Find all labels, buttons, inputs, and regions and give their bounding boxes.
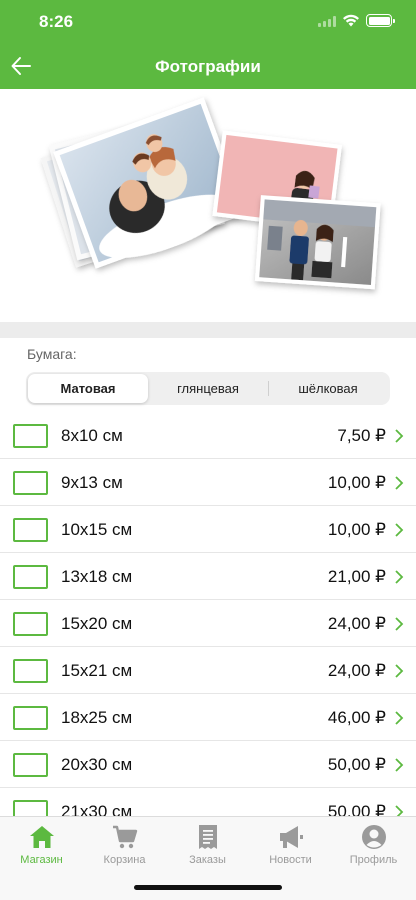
wifi-icon	[343, 14, 359, 27]
size-label: 8x10 см	[61, 426, 123, 445]
size-label: 10x15 см	[61, 520, 133, 539]
size-label: 15x21 см	[61, 661, 133, 680]
chevron-right-icon	[395, 664, 404, 678]
photo-prints-illustration	[40, 97, 381, 290]
chevron-right-icon	[395, 711, 404, 725]
battery-icon	[366, 14, 395, 27]
tab-label: Корзина	[103, 854, 146, 866]
size-label: 13x18 см	[61, 567, 133, 586]
price-label: 50,00 ₽	[327, 755, 386, 774]
receipt-icon	[198, 825, 217, 849]
list-item[interactable]: 13x18 см 21,00 ₽	[0, 553, 416, 600]
cart-icon	[112, 825, 137, 849]
profile-icon	[361, 825, 386, 849]
paper-type-segmented-control: Матовая глянцевая шёлковая	[26, 372, 390, 405]
paper-option-silk[interactable]: шёлковая	[268, 374, 388, 403]
chevron-right-icon	[395, 523, 404, 537]
tab-orders[interactable]: Заказы	[166, 823, 249, 866]
megaphone-icon	[279, 826, 303, 848]
signal-icon	[318, 15, 336, 27]
size-label: 18x25 см	[61, 708, 133, 727]
select-checkbox[interactable]	[13, 518, 48, 542]
tab-label: Профиль	[349, 854, 398, 866]
photos-hero-image	[0, 89, 416, 324]
paper-option-matte[interactable]: Матовая	[28, 374, 148, 403]
chevron-right-icon	[395, 429, 404, 443]
list-item[interactable]: 10x15 см 10,00 ₽	[0, 506, 416, 553]
select-checkbox[interactable]	[13, 659, 48, 683]
home-icon	[29, 826, 54, 848]
paper-label: Бумага:	[27, 346, 77, 362]
list-item[interactable]: 8x10 см 7,50 ₽	[0, 412, 416, 459]
list-item[interactable]: 18x25 см 46,00 ₽	[0, 694, 416, 741]
tab-label: Магазин	[20, 854, 63, 866]
tab-label: Новости	[269, 854, 312, 866]
price-label: 10,00 ₽	[327, 473, 386, 492]
size-label: 20x30 см	[61, 755, 133, 774]
status-icons	[318, 14, 395, 27]
select-checkbox[interactable]	[13, 753, 48, 777]
tab-label: Заказы	[189, 854, 226, 866]
paper-option-glossy[interactable]: глянцевая	[148, 374, 268, 403]
header: 8:26 Фотографии	[0, 0, 416, 89]
tab-cart[interactable]: Корзина	[83, 823, 166, 866]
tab-profile[interactable]: Профиль	[332, 823, 415, 866]
size-label: 9x13 см	[61, 473, 123, 492]
select-checkbox[interactable]	[13, 471, 48, 495]
section-separator	[0, 322, 416, 338]
select-checkbox[interactable]	[13, 565, 48, 589]
home-indicator	[134, 885, 282, 890]
tab-news[interactable]: Новости	[249, 823, 332, 866]
price-label: 46,00 ₽	[327, 708, 386, 727]
select-checkbox[interactable]	[13, 424, 48, 448]
size-list: 8x10 см 7,50 ₽ 9x13 см 10,00 ₽ 10x15 см …	[0, 412, 416, 835]
price-label: 24,00 ₽	[327, 614, 386, 633]
chevron-right-icon	[395, 758, 404, 772]
list-item[interactable]: 15x20 см 24,00 ₽	[0, 600, 416, 647]
list-item[interactable]: 9x13 см 10,00 ₽	[0, 459, 416, 506]
price-label: 7,50 ₽	[337, 426, 386, 445]
price-label: 21,00 ₽	[327, 567, 386, 586]
select-checkbox[interactable]	[13, 612, 48, 636]
chevron-right-icon	[395, 570, 404, 584]
list-item[interactable]: 15x21 см 24,00 ₽	[0, 647, 416, 694]
tab-shop[interactable]: Магазин	[0, 823, 83, 866]
size-label: 15x20 см	[61, 614, 133, 633]
select-checkbox[interactable]	[13, 706, 48, 730]
list-item[interactable]: 20x30 см 50,00 ₽	[0, 741, 416, 788]
chevron-right-icon	[395, 617, 404, 631]
page-title: Фотографии	[155, 57, 261, 76]
chevron-right-icon	[395, 476, 404, 490]
price-label: 24,00 ₽	[327, 661, 386, 680]
status-time: 8:26	[39, 12, 74, 31]
price-label: 10,00 ₽	[327, 520, 386, 539]
